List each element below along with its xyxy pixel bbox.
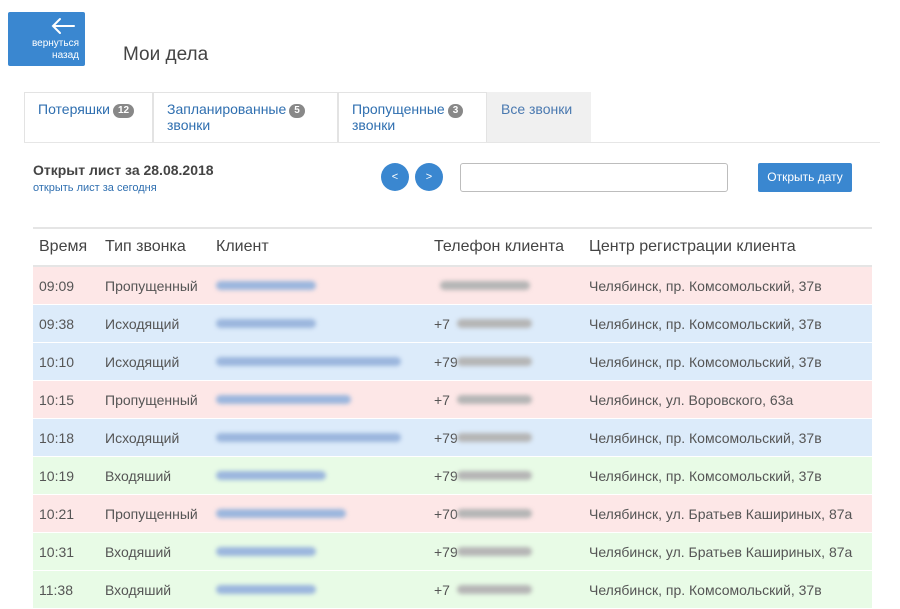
prev-date-button[interactable]: < [381, 163, 409, 191]
header-phone: Телефон клиента [434, 238, 565, 255]
client-redacted [216, 357, 401, 366]
cell-center: Челябинск, пр. Комсомольский, 37в [589, 278, 822, 294]
client-redacted [216, 547, 316, 556]
back-button-label: вернуться назад [31, 38, 79, 61]
client-redacted [216, 509, 346, 518]
phone-redacted [457, 547, 532, 556]
table-row[interactable]: 11:38 Входяший +7 Челябинск, пр. Комсомольс… [33, 571, 872, 609]
cell-call-type: Пропущенный [105, 278, 198, 294]
cell-call-type: Пропущенный [105, 392, 198, 408]
tab-label: Потеряшки [38, 101, 110, 117]
cell-call-type: Входяший [105, 468, 172, 484]
header-center: Центр регистрации клиента [589, 238, 796, 255]
cell-phone-prefix: +7 [434, 316, 450, 332]
cell-call-type: Пропущенный [105, 506, 198, 522]
phone-redacted [457, 319, 532, 328]
cell-phone-prefix: +7 [434, 392, 450, 408]
table-row[interactable]: 09:09 Пропущенный Челябинск, пр. Комсомоль… [33, 267, 872, 305]
cell-phone-prefix: +79 [434, 430, 458, 446]
open-date-button[interactable]: Открыть дату [758, 163, 852, 192]
tab-label: Запланированные звонки [167, 101, 287, 133]
cell-center: Челябинск, пр. Комсомольский, 37в [589, 430, 822, 446]
cell-center: Челябинск, ул. Братьев Кашириных, 87а [589, 544, 853, 560]
open-today-link[interactable]: открыть лист за сегодня [33, 182, 157, 194]
phone-redacted [457, 471, 532, 480]
cell-call-type: Входяший [105, 544, 172, 560]
cell-time: 10:19 [39, 468, 75, 484]
tab-label: Пропущенные звонки [352, 101, 445, 133]
cell-center: Челябинск, ул. Братьев Кашириных, 87а [589, 506, 853, 522]
header-client: Клиент [216, 238, 269, 255]
calls-table: Время Тип звонка Клиент Телефон клиента … [33, 227, 872, 609]
cell-phone-prefix: +7 [434, 582, 450, 598]
client-redacted [216, 281, 316, 290]
count-badge: 3 [447, 104, 464, 118]
open-sheet-label: Открыт лист за 28.08.2018 [33, 162, 214, 178]
next-date-button[interactable]: > [415, 163, 443, 191]
header-time: Время [39, 238, 88, 255]
cell-center: Челябинск, пр. Комсомольский, 37в [589, 582, 822, 598]
header-call-type: Тип звонка [105, 238, 186, 255]
cell-center: Челябинск, пр. Комсомольский, 37в [589, 316, 822, 332]
cell-time: 11:38 [39, 582, 73, 598]
cell-phone-prefix: +79 [434, 544, 458, 560]
phone-redacted [457, 433, 532, 442]
tab-planned-calls[interactable]: Запланированные звонки5 [153, 92, 338, 142]
client-redacted [216, 319, 316, 328]
cell-time: 10:15 [39, 392, 75, 408]
cell-time: 10:18 [39, 430, 75, 446]
cell-time: 09:09 [39, 278, 75, 294]
count-badge: 12 [112, 104, 135, 118]
table-row[interactable]: 10:31 Входяший +79 Челябинск, ул. Братьев К… [33, 533, 872, 571]
phone-redacted [457, 585, 532, 594]
cell-phone-prefix: +70 [434, 506, 458, 522]
phone-redacted [457, 509, 532, 518]
client-redacted [216, 585, 316, 594]
cell-time: 10:31 [39, 544, 75, 560]
tab-poteryashki[interactable]: Потеряшки 12 [24, 92, 153, 142]
table-header: Время Тип звонка Клиент Телефон клиента … [33, 229, 872, 267]
table-body: 09:09 Пропущенный Челябинск, пр. Комсомоль… [33, 267, 872, 609]
page-title: Мои дела [123, 44, 209, 65]
tab-all-calls[interactable]: Все звонки [487, 92, 591, 142]
cell-call-type: Исходящий [105, 316, 180, 332]
table-row[interactable]: 10:19 Входяший +79 Челябинск, пр. Комсомоль… [33, 457, 872, 495]
table-row[interactable]: 09:38 Исходящий +7 Челябинск, пр. Комсомоль… [33, 305, 872, 343]
cell-center: Челябинск, пр. Комсомольский, 37в [589, 468, 822, 484]
date-input[interactable] [460, 163, 728, 192]
cell-time: 09:38 [39, 316, 75, 332]
cell-center: Челябинск, ул. Воровского, 63а [589, 392, 794, 408]
phone-redacted [457, 395, 532, 404]
cell-time: 10:21 [39, 506, 75, 522]
tab-missed-calls[interactable]: Пропущенные звонки3 [338, 92, 487, 142]
cell-center: Челябинск, пр. Комсомольский, 37в [589, 354, 822, 370]
phone-redacted [440, 281, 530, 290]
tabs-bar: Потеряшки 12 Запланированные звонки5 Проп… [24, 92, 880, 143]
back-button[interactable]: вернуться назад [8, 12, 85, 66]
table-row[interactable]: 10:15 Пропущенный +7 Челябинск, ул. Воровск… [33, 381, 872, 419]
cell-phone-prefix: +79 [434, 468, 458, 484]
client-redacted [216, 395, 351, 404]
arrow-left-icon [51, 18, 75, 34]
table-row[interactable]: 10:21 Пропущенный +70 Челябинск, ул. Братье… [33, 495, 872, 533]
phone-redacted [457, 357, 532, 366]
client-redacted [216, 433, 401, 442]
cell-phone-prefix: +79 [434, 354, 458, 370]
cell-time: 10:10 [39, 354, 75, 370]
table-row[interactable]: 10:18 Исходящий +79 Челябинск, пр. Комсомол… [33, 419, 872, 457]
cell-call-type: Исходящий [105, 354, 180, 370]
cell-call-type: Входяший [105, 582, 172, 598]
table-row[interactable]: 10:10 Исходящий +79 Челябинск, пр. Комсомол… [33, 343, 872, 381]
count-badge: 5 [289, 104, 305, 118]
client-redacted [216, 471, 326, 480]
cell-call-type: Исходящий [105, 430, 180, 446]
tab-label: Все звонки [501, 101, 573, 117]
